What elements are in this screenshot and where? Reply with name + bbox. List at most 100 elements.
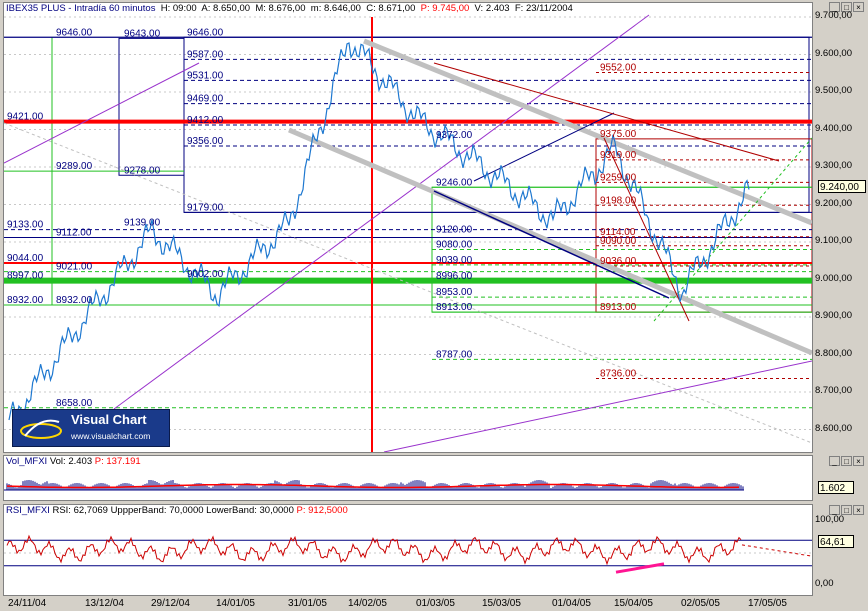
rsi-panel[interactable]: RSI_MFXI RSI: 62,7069 UppperBand: 70,000… bbox=[3, 504, 813, 596]
level-label-8913: 8913.00 bbox=[436, 302, 473, 313]
time-axis-label: 01/03/05 bbox=[416, 598, 455, 609]
level-label-9139: 9139.00 bbox=[124, 217, 161, 228]
price-axis-tick: 9.300,00 bbox=[815, 160, 852, 171]
volume-panel-close-button[interactable]: × bbox=[853, 456, 864, 466]
time-axis-label: 29/12/04 bbox=[151, 598, 190, 609]
time-axis-label: 13/12/04 bbox=[85, 598, 124, 609]
level-label-9531: 9531.00 bbox=[187, 70, 224, 81]
price-axis-tick: 8.700,00 bbox=[815, 385, 852, 396]
rsi-last-value: 64,61 bbox=[818, 535, 854, 548]
level-label-9646: 9646.00 bbox=[187, 27, 224, 38]
level-label-9002: 9002.00 bbox=[187, 269, 224, 280]
level-label-9090: 9090.00 bbox=[600, 236, 637, 247]
price-header: IBEX35 PLUS - Intradía 60 minutos H: 09:… bbox=[6, 3, 573, 14]
level-label-9289: 9289.00 bbox=[56, 161, 93, 172]
time-axis-label: 01/04/05 bbox=[552, 598, 591, 609]
price-panel[interactable]: 9646.00 9421.00 9289.00 9133.00 9112.00 9044.… bbox=[3, 2, 813, 453]
level-label-8953: 8953.00 bbox=[436, 287, 473, 298]
rsi-lower-value: 30,0000 bbox=[259, 505, 294, 516]
price-last-value: 9.240,00 bbox=[818, 180, 866, 193]
level-label-9278: 9278.00 bbox=[124, 165, 161, 176]
price-axis-tick: 8.800,00 bbox=[815, 347, 852, 359]
level-label-8932-a: 8932.00 bbox=[7, 295, 44, 306]
header-m-value: 8.676,00 bbox=[268, 3, 306, 14]
header-a-value: 8.650,00 bbox=[213, 3, 251, 14]
price-axis-tick: 9.600,00 bbox=[815, 47, 852, 59]
level-label-8913-right: 8913.00 bbox=[600, 302, 637, 313]
level-label-8736: 8736.00 bbox=[600, 369, 637, 380]
price-axis-tick: 9.100,00 bbox=[815, 235, 852, 246]
level-label-8996: 8996.00 bbox=[436, 271, 473, 282]
price-chart[interactable]: 9646.00 9421.00 9289.00 9133.00 9112.00 9044.… bbox=[4, 3, 812, 452]
rsi-axis[interactable]: 100,00 0,00 bbox=[813, 504, 868, 596]
volume-panel-maximize-button[interactable]: □ bbox=[841, 456, 852, 466]
volume-value: 2.403 bbox=[68, 456, 93, 467]
level-label-9469: 9469.00 bbox=[187, 94, 224, 105]
level-label-9552: 9552.00 bbox=[600, 63, 637, 74]
level-label-9198: 9198.00 bbox=[600, 195, 637, 206]
time-axis-label: 02/05/05 bbox=[681, 598, 720, 609]
level-label-9587: 9587.00 bbox=[187, 49, 224, 60]
price-axis-tick: 9.700,00 bbox=[815, 10, 852, 21]
volume-title: Vol_MFXI bbox=[6, 456, 48, 467]
level-label-9319: 9319.00 bbox=[600, 150, 637, 161]
volume-panel-minimize-button[interactable]: _ bbox=[829, 456, 840, 466]
price-series-line bbox=[8, 42, 750, 421]
level-label-9372: 9372.00 bbox=[436, 130, 473, 141]
rsi-axis-top-label: 100,00 bbox=[815, 514, 845, 525]
price-axis-tick: 9.500,00 bbox=[815, 85, 852, 96]
rsi-value: 62,7069 bbox=[73, 505, 108, 516]
time-axis[interactable]: 24/11/04 13/12/04 29/12/04 14/01/05 31/01/05… bbox=[0, 596, 868, 611]
level-label-9044: 9044.00 bbox=[7, 253, 44, 264]
price-axis-tick: 9.400,00 bbox=[815, 122, 852, 134]
rsi-axis-bottom-label: 0,00 bbox=[815, 578, 834, 589]
level-label-9246: 9246.00 bbox=[436, 177, 473, 188]
level-label-9080: 9080.00 bbox=[436, 240, 473, 251]
level-label-8658: 8658.00 bbox=[56, 398, 93, 409]
gray-lower-channel bbox=[288, 127, 812, 356]
rsi-p-value: 912,5000 bbox=[308, 505, 348, 516]
header-c-value: 8.671,00 bbox=[378, 3, 416, 14]
time-axis-label: 15/04/05 bbox=[614, 598, 653, 609]
level-label-9375: 9375.00 bbox=[600, 129, 637, 140]
volume-last-value: 1.602 bbox=[818, 481, 854, 494]
rsi-upper-value: 70,0000 bbox=[169, 505, 204, 516]
rsi-divergence-line bbox=[615, 562, 665, 574]
rsi-title: RSI_MFXI bbox=[6, 505, 50, 516]
rsi-chart[interactable] bbox=[4, 505, 812, 595]
level-label-9356: 9356.00 bbox=[187, 136, 224, 147]
level-label-9120: 9120.00 bbox=[436, 225, 473, 236]
level-label-8932-b: 8932.00 bbox=[56, 295, 93, 306]
level-label-8997: 8997.00 bbox=[7, 271, 44, 282]
time-axis-label: 24/11/04 bbox=[8, 598, 47, 609]
symbol-name: IBEX35 PLUS - Intradía 60 minutos bbox=[6, 3, 156, 14]
level-label-9021: 9021.00 bbox=[56, 262, 93, 273]
header-p-value: 9.745,00 bbox=[432, 3, 470, 14]
price-axis-tick: 8.900,00 bbox=[815, 310, 852, 321]
header-f-value: 23/11/2004 bbox=[525, 3, 573, 14]
level-label-9112: 9112.00 bbox=[56, 228, 92, 239]
level-label-9421: 9421.00 bbox=[7, 112, 44, 123]
header-h-value: 09:00 bbox=[172, 3, 197, 14]
rsi-projection-line bbox=[741, 544, 812, 557]
header-mn-value: 8.646,00 bbox=[323, 3, 361, 14]
time-axis-label: 14/02/05 bbox=[348, 598, 387, 609]
level-label-9412: 9412.00 bbox=[187, 115, 224, 126]
time-axis-label: 15/03/05 bbox=[482, 598, 521, 609]
level-label-8787: 8787.00 bbox=[436, 349, 473, 360]
visual-chart-logo: Visual Chart www.visualchart.com bbox=[12, 409, 170, 447]
rsi-header: RSI_MFXI RSI: 62,7069 UppperBand: 70,000… bbox=[6, 505, 348, 516]
volume-p-value: 137.191 bbox=[106, 456, 141, 467]
level-label-9036: 9036.00 bbox=[600, 256, 637, 267]
upper-left-box bbox=[118, 37, 185, 176]
chart-window: 9646.00 9421.00 9289.00 9133.00 9112.00 9044.… bbox=[0, 0, 868, 611]
level-label-9039: 9039.00 bbox=[436, 255, 473, 266]
volume-panel[interactable]: Vol_MFXI Vol: 2.403 P: 137.191 bbox=[3, 455, 813, 501]
level-label-9646-left: 9646.00 bbox=[56, 27, 93, 38]
level-label-9133: 9133.00 bbox=[7, 220, 44, 231]
level-label-9643: 9643.00 bbox=[124, 28, 161, 39]
right-box bbox=[595, 138, 812, 313]
price-axis[interactable]: 9.700,00 9.600,00 9.500,00 9.400,00 9.300,00… bbox=[813, 2, 868, 453]
header-v-value: 2.403 bbox=[485, 3, 510, 14]
price-axis-tick: 8.600,00 bbox=[815, 422, 852, 434]
